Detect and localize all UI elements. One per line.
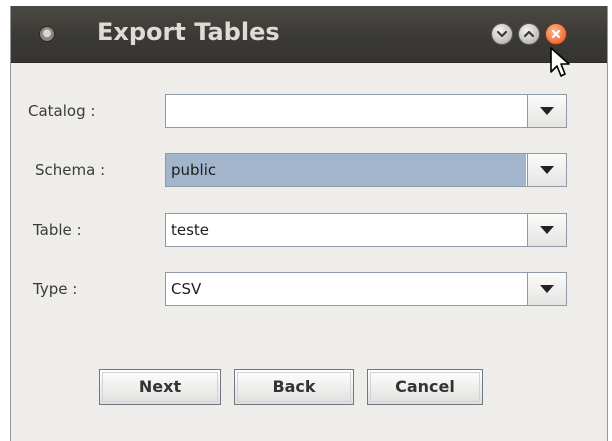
next-button-focus [102,372,218,402]
schema-value[interactable]: public [166,154,526,186]
schema-label: Schema : [35,161,106,179]
cancel-button-focus [370,372,480,402]
back-button-focus [237,372,351,402]
catalog-select[interactable] [165,94,567,128]
type-select[interactable]: CSV [165,272,567,306]
title-bar[interactable]: Export Tables [11,6,607,63]
export-tables-dialog: Export Tables Catalog : Schema : public … [10,6,608,441]
type-label: Type : [33,280,78,298]
back-button[interactable]: Back [234,369,354,405]
schema-select[interactable]: public [165,153,567,187]
table-label: Table : [33,221,82,239]
cancel-button[interactable]: Cancel [367,369,483,405]
table-dropdown-button[interactable] [527,214,566,246]
chevron-down-icon [540,226,554,234]
maximize-icon [523,30,535,38]
table-select[interactable]: teste [165,213,567,247]
type-value[interactable]: CSV [166,273,526,305]
minimize-icon [496,30,508,38]
chevron-down-icon [540,285,554,293]
chevron-down-icon [540,107,554,115]
window-menu-icon[interactable] [39,26,55,42]
window-title: Export Tables [97,18,280,46]
schema-dropdown-button[interactable] [527,154,566,186]
mouse-pointer-icon [550,47,570,77]
maximize-button[interactable] [518,23,540,45]
close-button[interactable] [545,23,567,45]
close-icon [551,29,561,39]
catalog-dropdown-button[interactable] [527,95,566,127]
chevron-down-icon [540,166,554,174]
table-value[interactable]: teste [166,214,526,246]
type-dropdown-button[interactable] [527,273,566,305]
minimize-button[interactable] [491,23,513,45]
catalog-label: Catalog : [28,102,96,120]
next-button[interactable]: Next [99,369,221,405]
catalog-value[interactable] [166,95,526,127]
